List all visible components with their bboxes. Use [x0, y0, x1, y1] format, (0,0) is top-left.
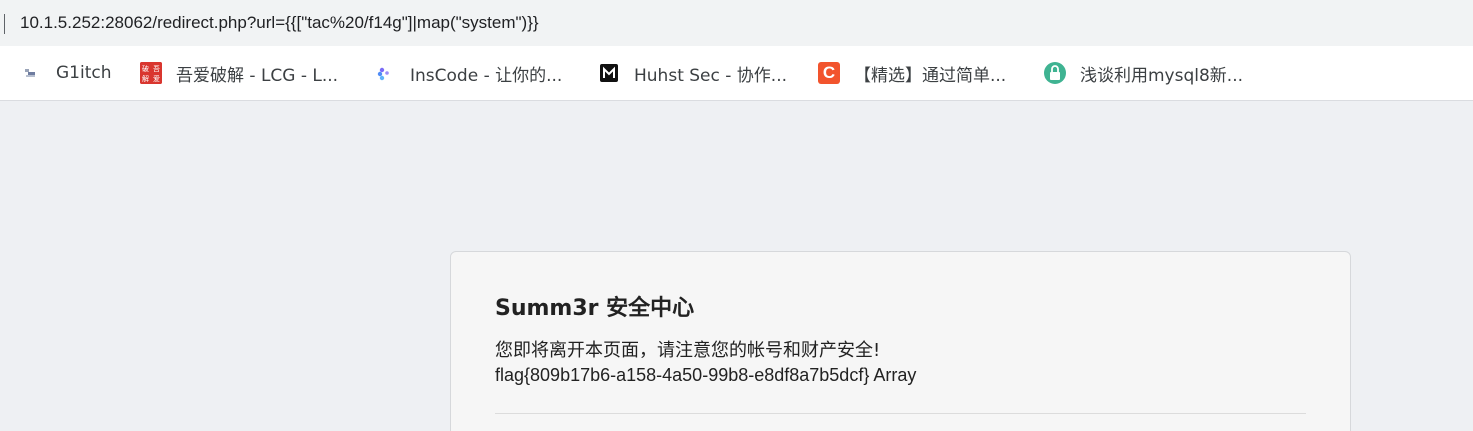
warning-message: 您即将离开本页面，请注意您的帐号和财产安全! — [495, 340, 881, 361]
bookmark-csdn[interactable]: C 【精选】通过简单... — [818, 60, 1006, 86]
bookmark-52pojie[interactable]: 破 吾 解 爱 吾爱破解 - LCG - L... — [140, 60, 338, 86]
huhst-icon — [598, 62, 620, 84]
csdn-icon: C — [818, 62, 840, 84]
bookmark-g1itch[interactable]: G1itch — [20, 60, 112, 86]
address-bar[interactable]: 10.1.5.252:28062/redirect.php?url={{["ta… — [0, 0, 1473, 46]
card-title: Summ3r 安全中心 — [495, 296, 695, 321]
bookmark-huhst[interactable]: Huhst Sec - 协作... — [598, 60, 787, 86]
52pojie-icon: 破 吾 解 爱 — [140, 62, 162, 84]
divider — [495, 413, 1306, 414]
redirect-warning-card: Summ3r 安全中心 您即将离开本页面，请注意您的帐号和财产安全! flag{… — [450, 251, 1351, 431]
svg-text:解: 解 — [142, 74, 149, 83]
bookmark-mysql[interactable]: 浅谈利用mysql8新... — [1044, 60, 1243, 86]
command-output: flag{809b17b6-a158-4a50-99b8-e8df8a7b5dc… — [495, 365, 917, 385]
svg-text:破: 破 — [142, 64, 149, 73]
svg-text:爱: 爱 — [153, 75, 160, 83]
url-text[interactable]: 10.1.5.252:28062/redirect.php?url={{["ta… — [20, 13, 539, 33]
inscode-icon — [374, 62, 396, 84]
glitch-icon — [20, 62, 42, 84]
svg-text:吾: 吾 — [153, 65, 160, 73]
bookmarks-bar: G1itch 破 吾 解 爱 吾爱破解 - LCG - L... InsCode… — [0, 46, 1473, 101]
mysql-icon — [1044, 62, 1066, 84]
bookmark-inscode[interactable]: InsCode - 让你的... — [374, 60, 562, 86]
text-cursor — [4, 14, 5, 34]
